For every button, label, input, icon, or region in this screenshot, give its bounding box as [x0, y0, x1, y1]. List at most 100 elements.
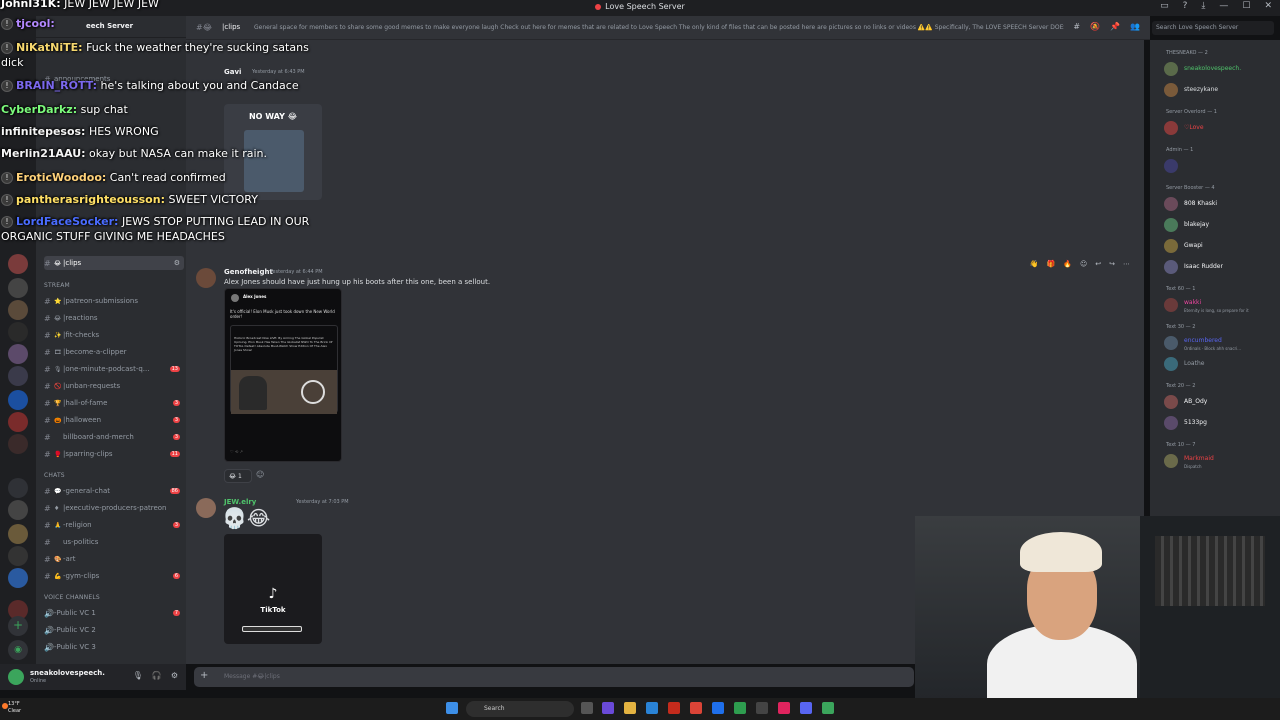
members-icon[interactable]: 👥 — [1130, 22, 1140, 31]
add-attachment-icon[interactable]: + — [200, 670, 208, 681]
server-icon[interactable] — [8, 344, 28, 364]
server-icon[interactable] — [8, 254, 28, 274]
weather-widget[interactable]: 13°F Clear — [8, 701, 21, 715]
channel-item[interactable]: # 💪 -gym-clips 6 — [44, 569, 184, 583]
member-item[interactable]: steezykane — [1164, 83, 1280, 99]
tweet-embed[interactable]: Alex Jones It's official! Elon Musk just… — [224, 288, 342, 462]
app-icon[interactable] — [668, 702, 680, 714]
inbox-icon[interactable]: ▭ — [1160, 1, 1169, 11]
member-item[interactable]: Isaac Rudder — [1164, 260, 1280, 276]
windows-start-icon[interactable] — [446, 702, 458, 714]
channel-item[interactable]: # ✨ |fit-checks — [44, 328, 184, 342]
app-icon[interactable] — [712, 702, 724, 714]
avatar[interactable] — [196, 268, 216, 288]
app-icon[interactable] — [756, 702, 768, 714]
app-icon[interactable] — [778, 702, 790, 714]
server-icon[interactable] — [8, 500, 28, 520]
channel-item[interactable]: # ♦ |executive-producers-patreon — [44, 501, 184, 515]
more-icon[interactable]: ⋯ — [1123, 260, 1130, 268]
minimize-icon[interactable]: — — [1219, 1, 1228, 11]
server-icon[interactable] — [8, 278, 28, 298]
channel-item[interactable]: # 💬 -general-chat 86 — [44, 484, 184, 498]
member-item[interactable]: Loathe — [1164, 357, 1280, 373]
member-item[interactable]: wakki Eternity is long, so prepare for it — [1164, 298, 1280, 314]
member-item[interactable]: 808 Khaski — [1164, 197, 1280, 213]
message-author[interactable]: JEW.elry — [224, 498, 256, 506]
server-icon[interactable] — [8, 412, 28, 432]
add-reaction-icon[interactable]: ☺ — [256, 470, 264, 479]
channel-item[interactable]: # us-politics — [44, 535, 184, 549]
avatar[interactable] — [196, 498, 216, 518]
channel-item[interactable]: 🔊 -Public VC 3 — [44, 640, 184, 654]
channel-item[interactable]: # 🥊 |sparring-clips 11 — [44, 447, 184, 461]
member-item[interactable]: ♡Love — [1164, 121, 1280, 137]
server-icon[interactable] — [8, 300, 28, 320]
message-composer[interactable]: + Message #😂|clips — [194, 667, 914, 687]
channel-item[interactable]: # 🏆 |hall-of-fame 3 — [44, 396, 184, 410]
search-input[interactable]: Search Love Speech Server — [1152, 21, 1274, 35]
member-item[interactable]: Gwapi — [1164, 239, 1280, 255]
taskbar-search[interactable]: Search — [466, 701, 574, 717]
file-explorer-icon[interactable] — [624, 702, 636, 714]
category-voice[interactable]: VOICE CHANNELS — [44, 594, 100, 601]
app-icon[interactable] — [822, 702, 834, 714]
server-icon[interactable] — [8, 434, 28, 454]
server-icon[interactable] — [8, 390, 28, 410]
reaction-icon[interactable]: 🎁 — [1047, 260, 1056, 268]
task-view-icon[interactable] — [581, 702, 593, 714]
channel-item[interactable]: # billboard-and-merch 3 — [44, 430, 184, 444]
channel-item[interactable]: # 🚫 |unban-requests — [44, 379, 184, 393]
member-item[interactable]: 5133pg — [1164, 416, 1280, 432]
download-icon[interactable]: ⤓ — [1201, 1, 1205, 11]
maximize-icon[interactable]: ☐ — [1242, 1, 1250, 11]
mute-icon[interactable]: 🔕 — [1090, 22, 1100, 31]
gear-icon[interactable]: ⚙ — [171, 671, 178, 680]
reply-icon[interactable]: ↩ — [1095, 260, 1101, 268]
channel-item[interactable]: # 🙏 -religion 3 — [44, 518, 184, 532]
close-icon[interactable]: ✕ — [1264, 1, 1272, 11]
member-item[interactable]: Markmaid Dispatch — [1164, 454, 1280, 470]
reaction-chip[interactable]: 😂 1 — [224, 469, 252, 483]
channel-topic[interactable]: General space for members to share some … — [254, 24, 1064, 31]
message-input[interactable]: Message #😂|clips — [224, 673, 280, 680]
member-item[interactable]: AB_Ody — [1164, 395, 1280, 411]
edge-icon[interactable] — [646, 702, 658, 714]
reaction-icon[interactable]: 🔥 — [1063, 260, 1072, 268]
server-icon[interactable] — [8, 568, 28, 588]
member-item[interactable]: sneakolovespeech. — [1164, 62, 1280, 78]
headphones-icon[interactable]: 🎧 — [152, 671, 162, 680]
microphone-icon[interactable]: 🎙 — [133, 671, 143, 680]
settings-icon[interactable]: ⚙ — [174, 259, 180, 267]
add-reaction-icon[interactable]: ☺ — [1080, 260, 1087, 268]
channel-item[interactable]: # ⭐ |patreon-submissions — [44, 294, 184, 308]
avatar[interactable] — [8, 669, 24, 685]
threads-icon[interactable]: # — [1073, 22, 1080, 31]
channel-item[interactable]: # 🎙 |one-minute-podcast-q... 13 — [44, 362, 184, 376]
reaction-icon[interactable]: 👋 — [1030, 260, 1039, 268]
category-stream[interactable]: STREAM — [44, 282, 70, 289]
channel-clips-active[interactable]: # 😂 |clips ⚙ — [44, 256, 184, 270]
help-icon[interactable]: ? — [1183, 1, 1188, 11]
server-icon[interactable] — [8, 322, 28, 342]
channel-item[interactable]: 🔊 -Public VC 2 — [44, 623, 184, 637]
member-item[interactable]: blakejay — [1164, 218, 1280, 234]
pin-icon[interactable]: 📌 — [1110, 22, 1120, 31]
server-folder-icon[interactable] — [8, 478, 28, 498]
video-progress[interactable] — [242, 626, 302, 632]
channel-item[interactable]: # 🎃 |halloween 3 — [44, 413, 184, 427]
member-item[interactable]: encumbered Ordinals · Block ahh snacri... — [1164, 336, 1280, 352]
server-icon[interactable] — [8, 524, 28, 544]
message-author[interactable]: Genofheight — [224, 268, 273, 276]
channel-item[interactable]: # 🎨 -art — [44, 552, 184, 566]
app-icon[interactable] — [734, 702, 746, 714]
channel-item[interactable]: # 😂 |reactions — [44, 311, 184, 325]
discord-icon[interactable] — [800, 702, 812, 714]
member-item[interactable] — [1164, 159, 1280, 175]
add-server-icon[interactable]: + — [8, 616, 28, 636]
chrome-icon[interactable] — [690, 702, 702, 714]
channel-item[interactable]: # 🎞 |become-a-clipper — [44, 345, 184, 359]
server-icon[interactable] — [8, 366, 28, 386]
channel-item[interactable]: 🔊 -Public VC 1 7 — [44, 606, 184, 620]
tiktok-embed[interactable]: ♪ TikTok — [224, 534, 322, 644]
category-chats[interactable]: CHATS — [44, 472, 65, 479]
